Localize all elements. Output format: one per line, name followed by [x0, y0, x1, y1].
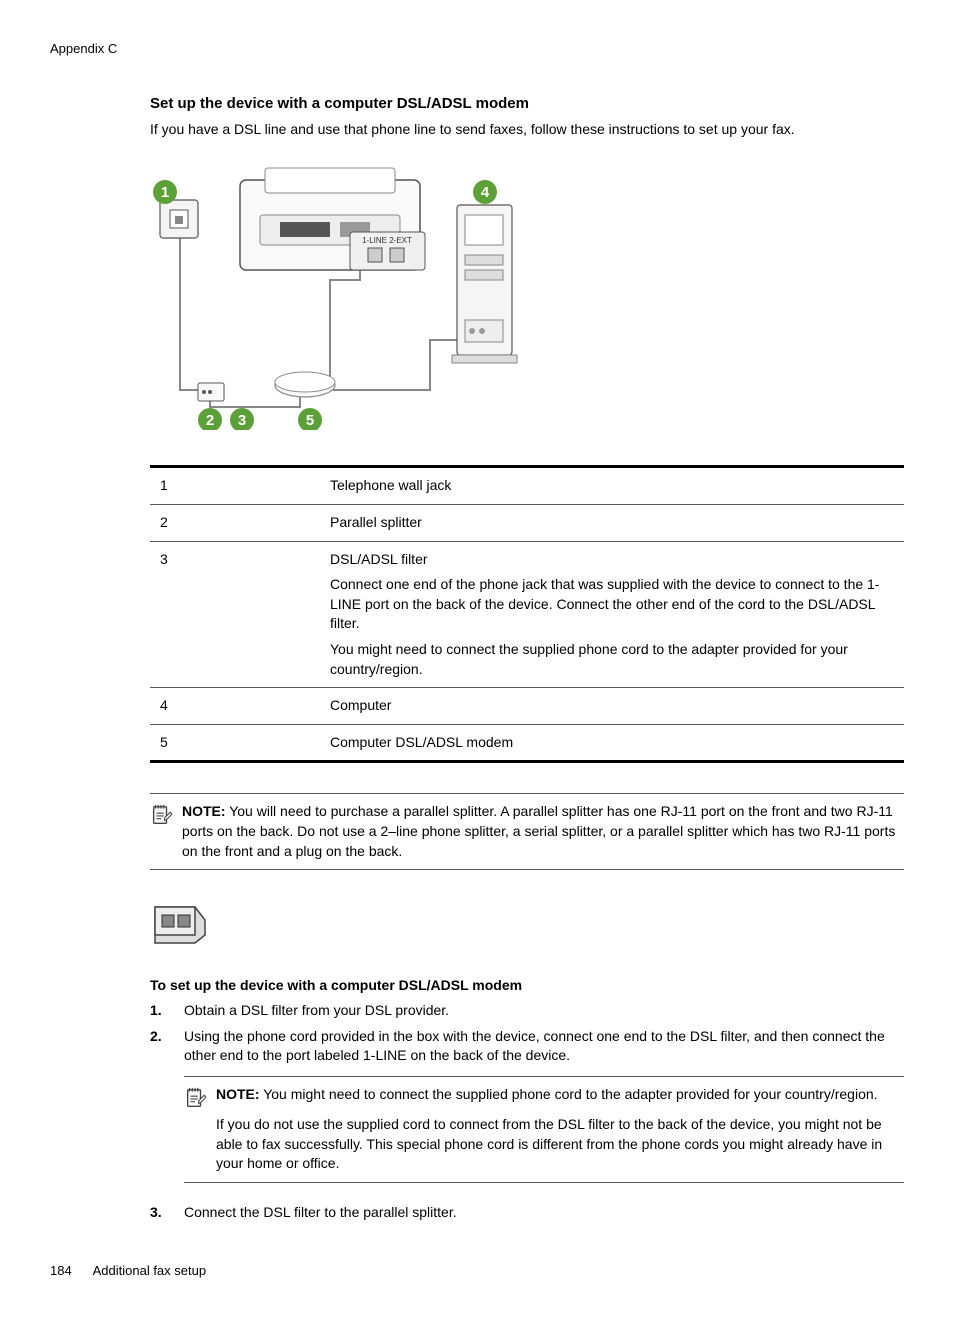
row-desc: Parallel splitter: [320, 504, 904, 541]
row-num: 3: [150, 541, 320, 688]
inner-note-text2: If you do not use the supplied cord to c…: [216, 1115, 904, 1174]
table-row: 1Telephone wall jack: [150, 467, 904, 505]
inner-note-text1: You might need to connect the supplied p…: [263, 1086, 877, 1102]
table-row: 5Computer DSL/ADSL modem: [150, 724, 904, 762]
list-item: 2. Using the phone cord provided in the …: [150, 1027, 904, 1197]
instructions-list: 1. Obtain a DSL filter from your DSL pro…: [150, 1001, 904, 1222]
splitter-image: [150, 895, 904, 951]
step-text: Obtain a DSL filter from your DSL provid…: [184, 1001, 904, 1021]
list-item: 1. Obtain a DSL filter from your DSL pro…: [150, 1001, 904, 1021]
step-num: 1.: [150, 1001, 166, 1021]
step-body: Using the phone cord provided in the box…: [184, 1027, 904, 1197]
callout-5: 5: [306, 412, 314, 429]
step-num: 2.: [150, 1027, 166, 1197]
row-desc: DSL/ADSL filter Connect one end of the p…: [320, 541, 904, 688]
appendix-label: Appendix C: [50, 40, 904, 58]
section-title: Set up the device with a computer DSL/AD…: [150, 93, 904, 114]
main-content: Set up the device with a computer DSL/AD…: [150, 93, 904, 1222]
page-number: 184: [50, 1262, 72, 1280]
port-label: 1-LINE 2-EXT: [362, 236, 412, 245]
section-intro: If you have a DSL line and use that phon…: [150, 120, 904, 140]
step-num: 3.: [150, 1203, 166, 1223]
list-item: 3. Connect the DSL filter to the paralle…: [150, 1203, 904, 1223]
callout-3: 3: [238, 412, 246, 429]
note-icon: [184, 1087, 206, 1109]
row-desc: Computer DSL/ADSL modem: [320, 724, 904, 762]
step-text: Using the phone cord provided in the box…: [184, 1027, 904, 1066]
table-row: 3 DSL/ADSL filter Connect one end of the…: [150, 541, 904, 688]
callout-4: 4: [481, 184, 490, 201]
note-text: NOTE: You will need to purchase a parall…: [182, 802, 904, 861]
table-row: 2Parallel splitter: [150, 504, 904, 541]
note-icon: [150, 804, 172, 826]
footer-title: Additional fax setup: [93, 1263, 206, 1278]
step-text: Connect the DSL filter to the parallel s…: [184, 1203, 904, 1223]
setup-diagram: 1-LINE 2-EXT 1 2: [150, 160, 904, 436]
page-footer: 184 Additional fax setup: [50, 1262, 904, 1280]
note-box: NOTE: You will need to purchase a parall…: [150, 793, 904, 870]
table-row: 4Computer: [150, 688, 904, 725]
row-num: 1: [150, 467, 320, 505]
inner-note-label: NOTE:: [216, 1086, 260, 1102]
callout-2: 2: [206, 412, 214, 429]
row-num: 5: [150, 724, 320, 762]
callout-1: 1: [161, 184, 169, 201]
row-num: 2: [150, 504, 320, 541]
inner-note: NOTE: You might need to connect the supp…: [184, 1076, 904, 1183]
note-label: NOTE:: [182, 803, 226, 819]
row-num: 4: [150, 688, 320, 725]
instructions-title: To set up the device with a computer DSL…: [150, 976, 904, 996]
row-desc: Telephone wall jack: [320, 467, 904, 505]
parts-table: 1Telephone wall jack 2Parallel splitter …: [150, 465, 904, 763]
row-desc: Computer: [320, 688, 904, 725]
